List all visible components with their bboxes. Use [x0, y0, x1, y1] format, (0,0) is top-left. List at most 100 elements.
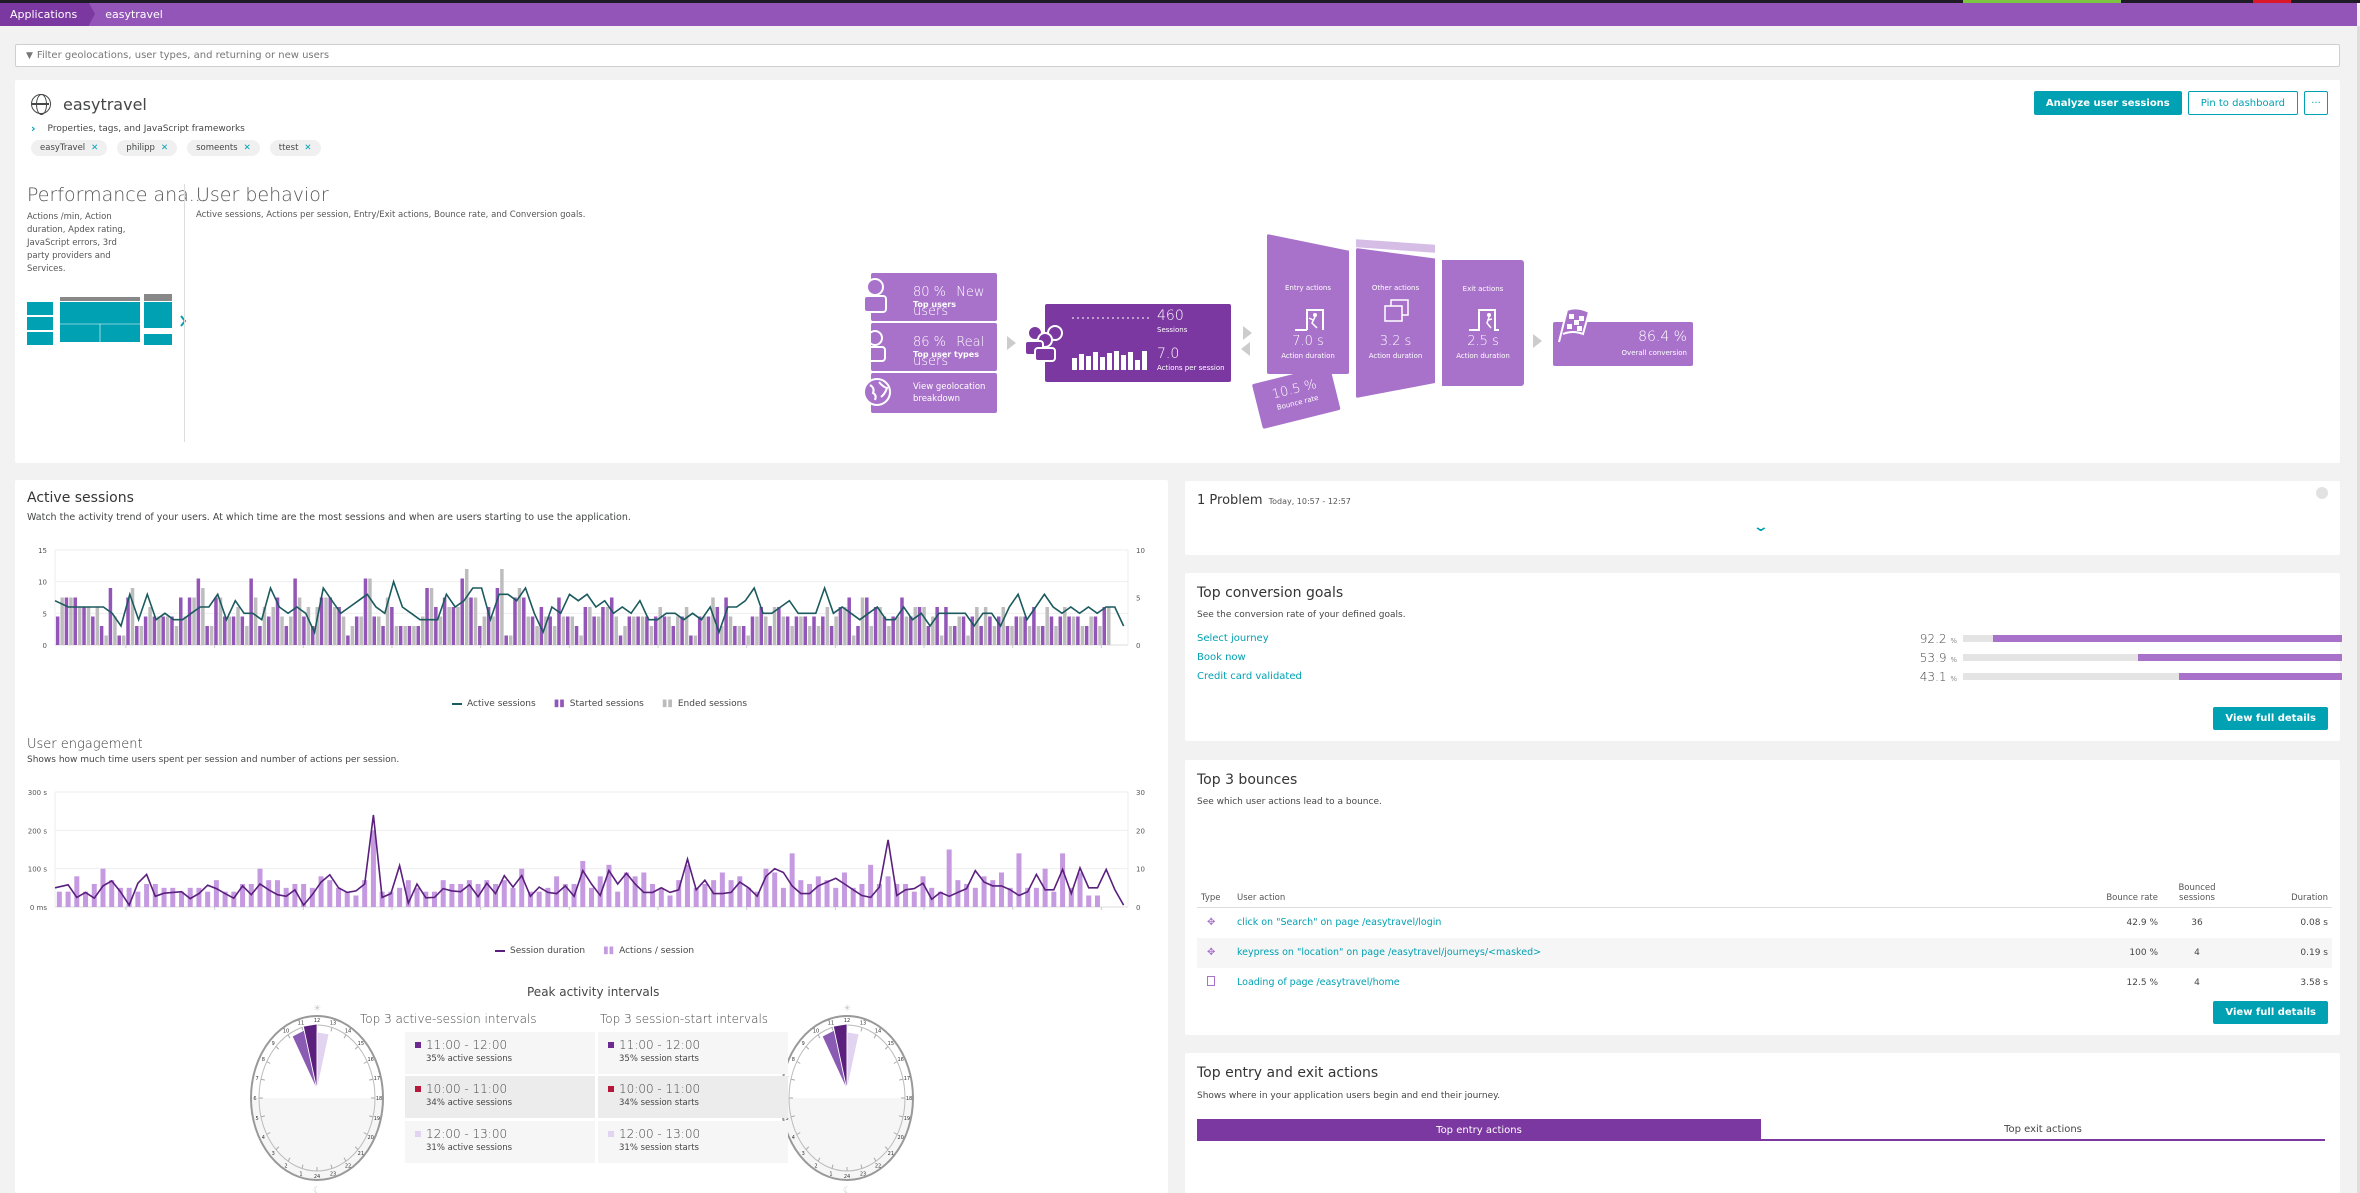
bounce-action-link[interactable]: keypress on "location" on page /easytrav… — [1237, 947, 1541, 958]
x-tick-label: 11:00 — [381, 914, 403, 915]
tab-top-entry-actions[interactable]: Top entry actions — [1197, 1119, 1761, 1141]
y-tick-label: 10 — [38, 579, 47, 587]
interval-label: 35% session starts — [619, 1054, 699, 1064]
conversion-goals-desc: See the conversion rate of your defined … — [1197, 610, 1406, 620]
info-icon[interactable] — [2316, 487, 2328, 499]
start-interval-item[interactable]: 11:00 - 12:00 35% session starts — [598, 1032, 788, 1074]
bar — [649, 626, 654, 645]
goal-link[interactable]: Book now — [1197, 652, 1246, 663]
clock-tick — [260, 1078, 265, 1081]
clock-hour-label: 8 — [262, 1057, 265, 1063]
bar — [1067, 616, 1071, 645]
bar — [440, 880, 446, 907]
bar — [680, 616, 684, 645]
entry-door-icon — [1295, 309, 1324, 331]
windows-icon — [1384, 299, 1409, 322]
properties-toggle[interactable]: › Properties, tags, and JavaScript frame… — [31, 122, 245, 135]
bar — [975, 607, 979, 645]
col-duration[interactable]: Duration — [2232, 879, 2332, 908]
breadcrumb-current[interactable]: easytravel — [89, 3, 173, 26]
clock-hour-label: 13 — [860, 1021, 866, 1027]
bar — [99, 626, 104, 645]
interval-label: 35% active sessions — [426, 1054, 513, 1064]
clock-hour-label: 10 — [283, 1028, 289, 1034]
legend-item-session-duration[interactable]: Session duration — [495, 946, 585, 956]
remove-tag-icon[interactable]: ✕ — [244, 143, 251, 153]
col-user-action[interactable]: User action — [1233, 879, 2062, 908]
start-interval-item[interactable]: 12:00 - 13:00 31% session starts — [598, 1121, 788, 1163]
col-bounce-rate[interactable]: Bounce rate — [2062, 879, 2162, 908]
geolocation-label: View geolocation breakdown — [913, 382, 986, 404]
legend-item-ended-sessions[interactable]: ▮▮ Ended sessions — [662, 698, 747, 709]
goal-progress-fill — [2137, 654, 2342, 661]
active-interval-item[interactable]: 12:00 - 13:00 31% active sessions — [405, 1121, 595, 1163]
session-start-clock: ☀241234567891011121314151617181920212223… — [780, 1004, 914, 1193]
remove-tag-icon[interactable]: ✕ — [161, 143, 168, 153]
y-tick-label: 15 — [38, 547, 47, 555]
active-sessions-chart[interactable]: 051015051010:3010:4010:5011:0011:1011:20… — [15, 540, 1168, 650]
bar — [1080, 626, 1085, 645]
x-tick-label: 10:50 — [292, 914, 314, 915]
bar — [676, 616, 680, 645]
interval-label: 34% active sessions — [426, 1098, 513, 1108]
user-engagement-chart[interactable]: 0 ms 100 s 200 s 300 s 0 10 20 30 10:30 10:40 10:5… — [15, 780, 1168, 915]
legend-item-actions-per-session[interactable]: ▮▮ Actions / session — [603, 945, 694, 956]
active-interval-item[interactable]: 10:00 - 11:00 34% active sessions — [405, 1076, 595, 1118]
start-interval-item[interactable]: 10:00 - 11:00 34% session starts — [598, 1076, 788, 1118]
bar — [618, 635, 623, 645]
bounce-rate-tile[interactable]: 10.5 % Bounce rate — [1251, 365, 1341, 429]
bar — [992, 626, 997, 645]
bar — [746, 635, 750, 645]
more-options-button[interactable]: ··· — [2304, 91, 2328, 115]
entry-actions-tile[interactable]: Entry actions 7.0 s Action duration — [1267, 234, 1349, 374]
bar — [671, 626, 676, 645]
conversion-view-details-button[interactable]: View full details — [2213, 707, 2328, 730]
filter-input[interactable]: ▼ Filter geolocations, user types, and r… — [15, 44, 2340, 67]
legend-item-active-sessions[interactable]: Active sessions — [452, 699, 536, 709]
bounce-action-link[interactable]: Loading of page /easytravel/home — [1237, 977, 1400, 988]
bounce-duration: 3.58 s — [2300, 977, 2328, 988]
bar — [398, 626, 403, 645]
bar — [535, 626, 539, 645]
active-interval-item[interactable]: 11:00 - 12:00 35% active sessions — [405, 1032, 595, 1074]
goal-link[interactable]: Select journey — [1197, 633, 1269, 644]
remove-tag-icon[interactable]: ✕ — [304, 143, 311, 153]
bar — [91, 616, 95, 645]
col-bounced-sessions[interactable]: Bounced sessions — [2162, 879, 2232, 908]
bar — [174, 626, 179, 645]
breadcrumb-applications[interactable]: Applications — [0, 3, 96, 26]
bar — [589, 887, 594, 907]
clock-hour-label: 22 — [345, 1164, 351, 1170]
goal-progress-fill — [1992, 635, 2342, 642]
bar — [887, 626, 891, 645]
bar — [777, 607, 781, 645]
analyze-user-sessions-button[interactable]: Analyze user sessions — [2033, 91, 2182, 115]
bar — [1102, 607, 1107, 645]
tab-top-exit-actions[interactable]: Top exit actions — [1761, 1119, 2325, 1141]
clock-hour-label: 4 — [262, 1135, 265, 1141]
bar-swatch-icon: ▮▮ — [603, 945, 615, 956]
bar — [328, 597, 333, 645]
bar — [1010, 626, 1014, 645]
col-type[interactable]: Type — [1197, 879, 1233, 908]
expand-chevron-down-icon[interactable]: ⌄ — [1753, 519, 1769, 535]
bar — [548, 616, 552, 645]
globe-icon — [31, 94, 51, 115]
clock-hour-label: 5 — [256, 1116, 259, 1122]
bar — [829, 626, 834, 645]
performance-analysis-panel[interactable]: Performance ana... Actions /min, Action … — [27, 184, 207, 444]
clock-hour-label: 23 — [860, 1171, 866, 1177]
legend-item-started-sessions[interactable]: ▮▮ Started sessions — [554, 698, 644, 709]
bar — [605, 607, 610, 645]
bounces-view-details-button[interactable]: View full details — [2213, 1001, 2328, 1024]
remove-tag-icon[interactable]: ✕ — [91, 143, 98, 153]
x-tick-label: 11:10 — [470, 914, 492, 915]
pin-to-dashboard-button[interactable]: Pin to dashboard — [2187, 91, 2298, 115]
clock-hour-label: 10 — [813, 1028, 819, 1034]
bar — [988, 616, 992, 645]
bar — [706, 616, 711, 645]
bar — [636, 616, 640, 645]
sessions-tile[interactable]: 460 Sessions 7.0 Actions per session — [1045, 304, 1231, 382]
goal-link[interactable]: Credit card validated — [1197, 671, 1302, 682]
bounce-action-link[interactable]: click on "Search" on page /easytravel/lo… — [1237, 917, 1441, 928]
